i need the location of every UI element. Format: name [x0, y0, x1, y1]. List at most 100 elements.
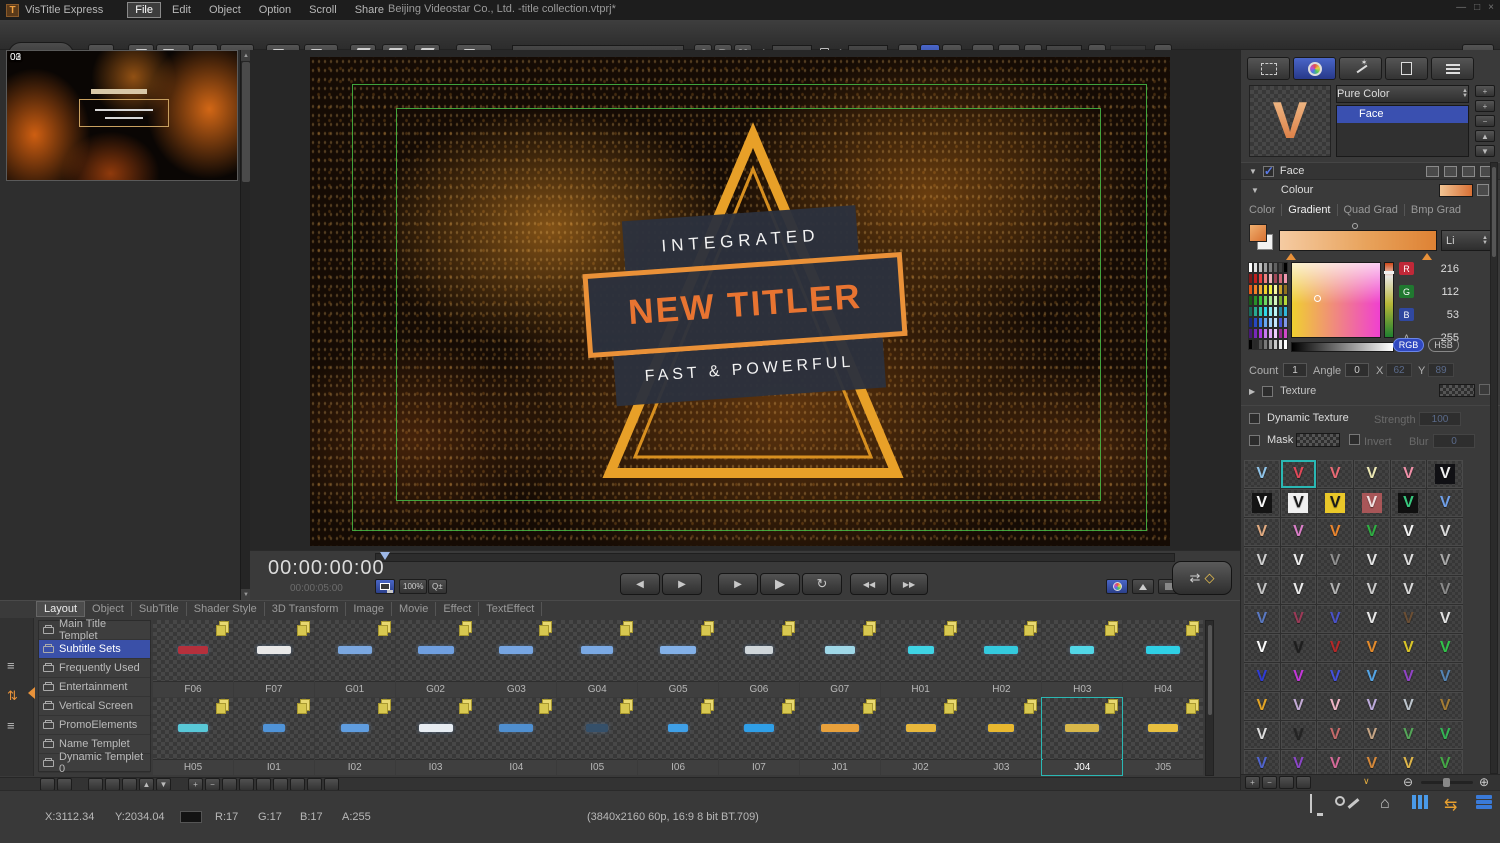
- template-item[interactable]: G03: [476, 620, 557, 697]
- shader-mode-select[interactable]: Pure Color ▲ ▼: [1336, 85, 1469, 103]
- menu-item[interactable]: Object: [202, 3, 248, 17]
- letter-style-preset[interactable]: V: [1354, 460, 1390, 488]
- category-item[interactable]: Subtitle Sets: [39, 640, 150, 659]
- count-input[interactable]: 1: [1283, 363, 1307, 377]
- preset-options-button[interactable]: [1296, 776, 1311, 789]
- template-item[interactable]: H01: [880, 620, 961, 697]
- template-item[interactable]: G04: [557, 620, 638, 697]
- letter-style-preset[interactable]: V: [1317, 605, 1353, 633]
- title-banner[interactable]: INTEGRATED NEW TITLER FAST & POWERFUL: [579, 202, 911, 408]
- preview-canvas[interactable]: INTEGRATED NEW TITLER FAST & POWERFUL: [310, 57, 1170, 546]
- channel-badge[interactable]: G: [1399, 285, 1414, 298]
- letter-style-preset[interactable]: V: [1390, 721, 1427, 749]
- transfer-button[interactable]: ⇆: [1444, 795, 1457, 815]
- letter-style-preset[interactable]: V: [1244, 576, 1280, 604]
- category-item[interactable]: Entertainment: [39, 678, 150, 697]
- preview-overlay-button[interactable]: ⇄ ◇: [1172, 561, 1232, 595]
- gradient-type-select[interactable]: Li ▲ ▼: [1441, 230, 1493, 251]
- browser-tab[interactable]: SubTitle: [132, 602, 187, 616]
- letter-style-preset[interactable]: V: [1280, 605, 1317, 633]
- reset-style-icon[interactable]: [1462, 165, 1475, 177]
- tab-layers[interactable]: [1431, 57, 1474, 80]
- template-item[interactable]: G02: [395, 620, 476, 697]
- template-item[interactable]: I04: [476, 698, 557, 775]
- rgb-mode-button[interactable]: RGB: [1393, 338, 1424, 352]
- category-item[interactable]: Vertical Screen: [39, 697, 150, 716]
- palette-swatch[interactable]: [1283, 273, 1288, 284]
- remove-layer-button[interactable]: −: [1475, 115, 1495, 127]
- copy-style-icon[interactable]: [1426, 165, 1439, 177]
- scrollbar-thumb[interactable]: [1492, 167, 1496, 257]
- letter-style-preset[interactable]: V: [1427, 692, 1463, 720]
- letter-style-preset[interactable]: V: [1427, 721, 1463, 749]
- maximize-button[interactable]: □: [1474, 2, 1480, 13]
- face-enabled-checkbox[interactable]: [1262, 164, 1274, 178]
- fit-view-button[interactable]: [375, 579, 395, 594]
- gradient-mode-tab[interactable]: Quad Grad: [1336, 204, 1404, 216]
- template-item[interactable]: J04: [1041, 697, 1124, 776]
- saturation-value-field[interactable]: [1291, 262, 1381, 338]
- storage-button[interactable]: [1476, 795, 1492, 809]
- channel-value[interactable]: 112: [1441, 286, 1459, 298]
- letter-style-preset[interactable]: V: [1317, 692, 1353, 720]
- template-item[interactable]: I02: [314, 698, 395, 775]
- template-item[interactable]: J05: [1123, 698, 1204, 775]
- letter-style-preset[interactable]: V: [1427, 605, 1463, 633]
- timeline-scrubber[interactable]: [375, 552, 1175, 562]
- collapse-categories-arrow[interactable]: [28, 687, 35, 699]
- close-button[interactable]: ×: [1488, 2, 1494, 13]
- template-item[interactable]: F07: [233, 620, 314, 697]
- menu-item[interactable]: Scroll: [302, 3, 344, 17]
- loop-button[interactable]: ↻: [802, 573, 842, 595]
- scrollbar-thumb[interactable]: [1208, 625, 1212, 715]
- texture-section[interactable]: ▶ Texture: [1249, 385, 1316, 397]
- channel-badge[interactable]: R: [1399, 262, 1414, 275]
- inspector-scrollbar[interactable]: [1490, 162, 1498, 774]
- external-monitor-button[interactable]: [1310, 794, 1312, 813]
- gradient-bar[interactable]: [1279, 223, 1437, 260]
- shader-layer-item[interactable]: Face: [1337, 106, 1468, 123]
- template-item[interactable]: J01: [799, 698, 880, 775]
- preset-add-button[interactable]: +: [1245, 776, 1260, 789]
- colour-options-icon[interactable]: [1477, 184, 1489, 196]
- letter-style-preset[interactable]: V: [1317, 576, 1353, 604]
- menu-item[interactable]: Share: [348, 3, 391, 17]
- sort-order-icon[interactable]: ⇅: [7, 688, 18, 704]
- letter-style-preset[interactable]: V: [1427, 547, 1463, 575]
- letter-style-preset[interactable]: V: [1390, 489, 1427, 517]
- clip-list-scrollbar[interactable]: ▲ ▼: [240, 50, 251, 600]
- mask-swatch[interactable]: [1296, 433, 1340, 447]
- dynamic-texture-row[interactable]: Dynamic Texture: [1249, 412, 1349, 424]
- browser-tab[interactable]: Object: [85, 602, 132, 616]
- channel-value[interactable]: 53: [1447, 309, 1459, 321]
- zoom-out-icon[interactable]: ⊖: [1403, 775, 1413, 789]
- layer-stack-icon[interactable]: ≡: [7, 718, 15, 733]
- previous-frame-button[interactable]: ◀: [620, 573, 660, 595]
- template-item[interactable]: F06: [153, 620, 233, 697]
- title-clip-thumbnail[interactable]: 03: [6, 50, 238, 181]
- letter-style-preset[interactable]: V: [1317, 663, 1353, 691]
- template-item[interactable]: G06: [718, 620, 799, 697]
- gradient-stop-left[interactable]: [1286, 253, 1296, 260]
- letter-style-preset[interactable]: V: [1390, 605, 1427, 633]
- colour-swatch[interactable]: [1439, 184, 1473, 197]
- palette-swatch[interactable]: [1283, 328, 1288, 339]
- preset-remove-button[interactable]: −: [1262, 776, 1277, 789]
- collapse-triangle-icon[interactable]: ▼: [1251, 186, 1259, 195]
- tree-view-icon[interactable]: ≡: [7, 658, 15, 673]
- letter-style-preset[interactable]: V: [1354, 634, 1390, 662]
- palette-swatch[interactable]: [1283, 317, 1288, 328]
- letter-style-preset[interactable]: V: [1244, 518, 1280, 546]
- gradient-mode-tab[interactable]: Bmp Grad: [1403, 204, 1467, 216]
- letter-style-preset[interactable]: V: [1427, 489, 1463, 517]
- tab-properties[interactable]: [1385, 57, 1428, 80]
- letter-style-preset[interactable]: V: [1390, 518, 1427, 546]
- collapse-triangle-icon[interactable]: ▼: [1249, 167, 1257, 176]
- actual-size-button[interactable]: 100%: [399, 579, 428, 594]
- template-item[interactable]: J02: [880, 698, 961, 775]
- letter-style-preset[interactable]: V: [1354, 721, 1390, 749]
- template-item[interactable]: G05: [638, 620, 719, 697]
- palette-swatch[interactable]: [1283, 284, 1288, 295]
- letter-style-preset[interactable]: V: [1244, 721, 1280, 749]
- letter-style-preset[interactable]: V: [1244, 460, 1280, 488]
